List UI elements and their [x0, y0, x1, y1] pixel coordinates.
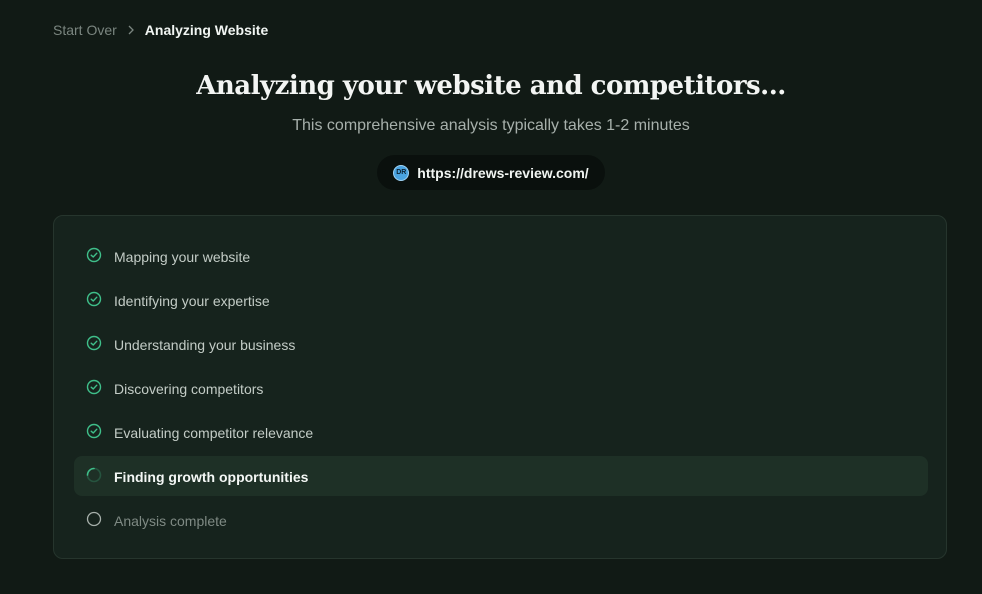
spinner-icon [86, 467, 102, 483]
step-label: Mapping your website [114, 249, 251, 265]
step-label: Evaluating competitor relevance [114, 425, 314, 441]
step-label: Finding growth opportunities [114, 469, 309, 485]
analyzed-url-badge: DR https://drews-review.com/ [377, 155, 605, 190]
check-circle-icon [86, 291, 102, 307]
breadcrumb-start-over[interactable]: Start Over [53, 22, 117, 38]
step-label: Understanding your business [114, 337, 296, 353]
progress-panel: Mapping your website Identifying your exp… [53, 215, 947, 559]
step-item: Discovering competitors [74, 368, 928, 408]
step-item: Understanding your business [74, 324, 928, 364]
analyzed-url: https://drews-review.com/ [417, 164, 589, 181]
check-circle-icon [86, 379, 102, 395]
check-circle-icon [86, 335, 102, 351]
breadcrumb: Start Over Analyzing Website [53, 22, 268, 38]
check-circle-icon [86, 423, 102, 439]
step-item: Finding growth opportunities [74, 456, 928, 496]
step-item: Identifying your expertise [74, 280, 928, 320]
step-list: Mapping your website Identifying your exp… [74, 236, 928, 544]
step-label: Discovering competitors [114, 381, 264, 397]
step-label: Identifying your expertise [114, 293, 270, 309]
breadcrumb-current: Analyzing Website [144, 22, 269, 38]
step-item: Evaluating competitor relevance [74, 412, 928, 452]
step-item: Analysis complete [74, 500, 928, 540]
page-subtitle: This comprehensive analysis typically ta… [292, 117, 690, 134]
chevron-right-icon [127, 25, 135, 35]
site-favicon-icon: DR [393, 164, 410, 181]
step-item: Mapping your website [74, 236, 928, 276]
step-label: Analysis complete [114, 513, 227, 529]
page-title: Analyzing your website and competitors..… [196, 71, 786, 101]
check-circle-icon [86, 247, 102, 263]
empty-circle-icon [86, 511, 102, 527]
